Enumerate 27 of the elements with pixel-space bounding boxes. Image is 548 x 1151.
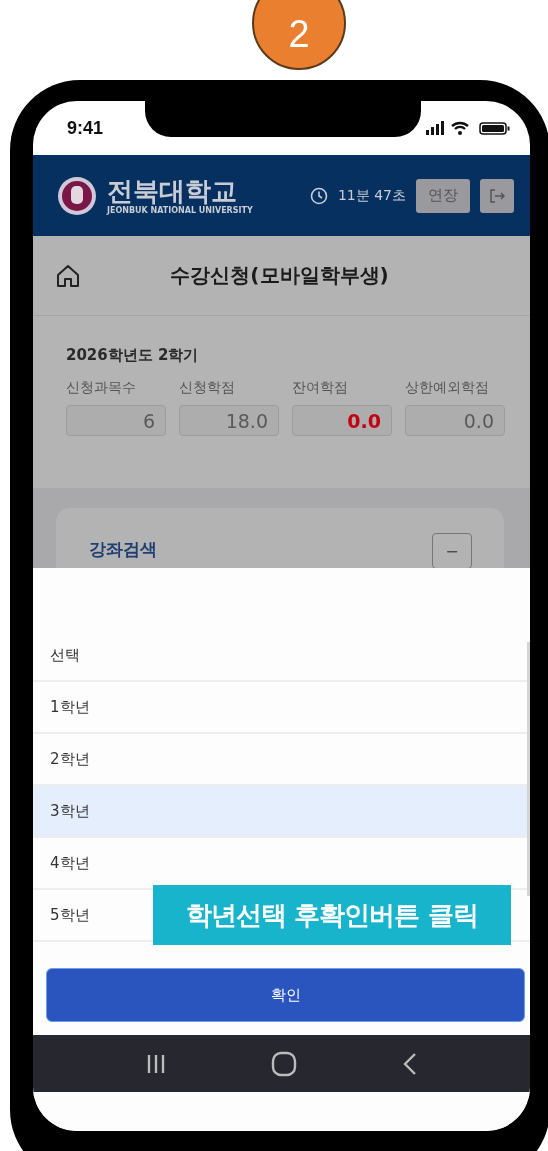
collapse-button[interactable]: − [432, 533, 472, 568]
summary-label: 상한예외학점 [405, 379, 490, 397]
university-english-name: JEONBUK NATIONAL UNIVERSITY [107, 206, 253, 215]
logout-icon [488, 186, 506, 205]
home-icon[interactable] [55, 262, 81, 289]
home-button-icon[interactable] [271, 1050, 298, 1077]
term-label: 2026학년도 2학기 [66, 346, 200, 365]
summary-value-field: 0.0 [405, 405, 505, 436]
university-name: 전북대학교 [107, 176, 238, 206]
summary-label: 잔여학점 [292, 379, 349, 397]
page-title: 수강신청(모바일학부생) [169, 262, 390, 289]
grade-option[interactable]: 3학년 [33, 786, 530, 838]
summary-label: 신청과목수 [66, 379, 137, 397]
step-number-badge: 2 [252, 0, 346, 70]
university-emblem-icon [57, 175, 97, 216]
back-icon[interactable] [401, 1051, 418, 1076]
summary-label: 신청학점 [179, 379, 236, 397]
clock-icon [309, 186, 328, 205]
status-time: 9:41 [67, 117, 104, 139]
summary-value-field: 6 [66, 405, 166, 436]
section-title: 강좌검색 [89, 538, 157, 561]
confirm-button[interactable]: 확인 [46, 968, 525, 1022]
summary-value-field: 18.0 [179, 405, 279, 436]
logout-button[interactable] [480, 178, 514, 213]
session-timer: 11분 47초 [337, 186, 406, 205]
summary-value-field: 0.0 [292, 405, 392, 436]
instruction-tooltip: 학년선택 후확인버튼 클릭 [153, 885, 511, 945]
